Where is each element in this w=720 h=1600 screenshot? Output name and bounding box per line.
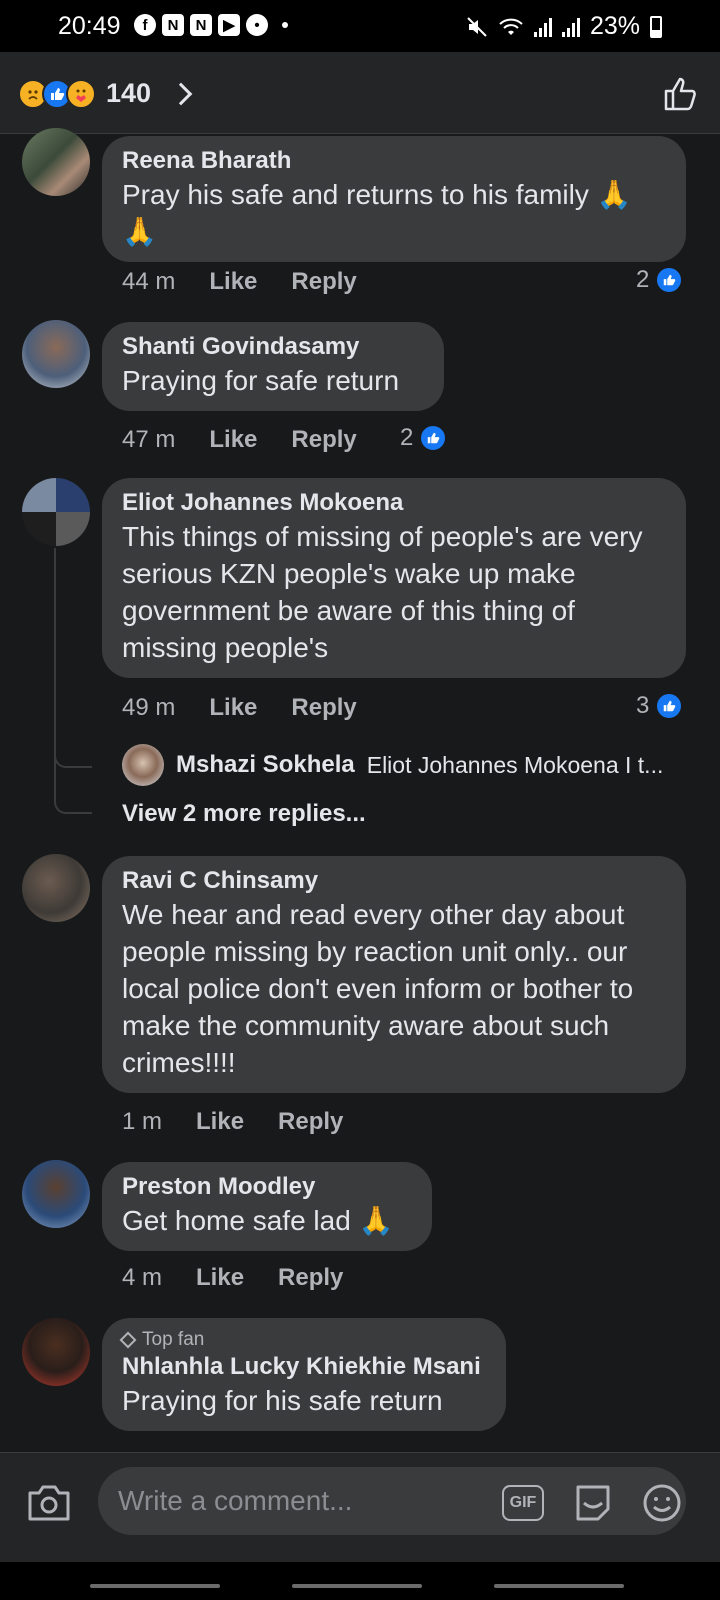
- comment-text: Praying for his safe return: [122, 1385, 443, 1416]
- comment-time: 4 m: [122, 1264, 163, 1291]
- view-more-replies-link[interactable]: View 2 more replies...: [122, 800, 366, 828]
- top-fan-badge: Top fan: [119, 1328, 486, 1352]
- thread-connector: [54, 548, 92, 814]
- comment-time: 1 m: [122, 1108, 163, 1135]
- news-notification-icon-2: N: [190, 14, 212, 36]
- comment-like-button[interactable]: Like: [209, 426, 257, 454]
- reactions-summary[interactable]: 140: [18, 78, 193, 109]
- comment-author[interactable]: Nhlanhla Lucky Khiekhie Msani: [122, 1352, 486, 1382]
- like-count-value: 2: [400, 424, 414, 451]
- system-icons: 23%: [466, 12, 662, 41]
- reply-text: Eliot Johannes Mokoena I t...: [366, 751, 664, 778]
- like-badge-icon: [655, 266, 684, 294]
- comment-reply-button[interactable]: Reply: [291, 268, 356, 296]
- facebook-notification-icon: f: [134, 14, 156, 36]
- comment-like-count[interactable]: 2: [636, 266, 684, 294]
- wifi-icon: [499, 18, 523, 35]
- comment-like-button[interactable]: Like: [196, 1264, 244, 1292]
- comment-actions: 44 m Like Reply: [122, 268, 357, 296]
- gif-button[interactable]: GIF: [502, 1485, 544, 1521]
- comment-text: Praying for safe return: [122, 365, 400, 396]
- comment-actions: 49 m Like Reply: [122, 694, 357, 722]
- camera-icon[interactable]: [26, 1483, 72, 1523]
- comment-author[interactable]: Shanti Govindasamy: [122, 332, 424, 362]
- comment-actions: 47 m Like Reply: [122, 426, 357, 454]
- comment-time: 49 m: [122, 694, 176, 721]
- sticker-icon[interactable]: [572, 1483, 614, 1523]
- signal-icon-2: [561, 17, 580, 37]
- comment-reply-button[interactable]: Reply: [291, 694, 356, 722]
- comment-bubble[interactable]: Top fan Nhlanhla Lucky Khiekhie Msani Pr…: [102, 1318, 506, 1431]
- reply-preview[interactable]: Mshazi Sokhela Eliot Johannes Mokoena I …: [122, 744, 685, 786]
- like-badge-icon: [419, 424, 448, 452]
- notification-icons: f N N ▶ •: [134, 14, 288, 36]
- status-time: 20:49: [58, 12, 121, 40]
- comment-like-button[interactable]: Like: [209, 268, 257, 296]
- comment-actions: 4 m Like Reply: [122, 1264, 343, 1292]
- comment-actions: 1 m Like Reply: [122, 1108, 343, 1136]
- comment-bubble[interactable]: Preston Moodley Get home safe lad 🙏: [102, 1162, 432, 1251]
- like-count-value: 3: [636, 692, 650, 719]
- emoji-icon[interactable]: [642, 1483, 682, 1523]
- comment-bubble[interactable]: Reena Bharath Pray his safe and returns …: [102, 136, 686, 262]
- mute-icon: [467, 16, 487, 37]
- comment-time: 44 m: [122, 268, 176, 295]
- comment-author[interactable]: Eliot Johannes Mokoena: [122, 488, 666, 518]
- avatar[interactable]: [22, 1160, 90, 1228]
- like-count-value: 2: [636, 266, 650, 293]
- comment-like-button[interactable]: Like: [196, 1108, 244, 1136]
- news-notification-icon: N: [162, 14, 184, 36]
- comment-time: 47 m: [122, 426, 176, 453]
- comment-bubble[interactable]: Ravi C Chinsamy We hear and read every o…: [102, 856, 686, 1093]
- reaction-count: 140: [106, 78, 152, 108]
- avatar[interactable]: [22, 1318, 90, 1386]
- reply-avatar[interactable]: [122, 744, 164, 786]
- reactions-header: 140: [0, 52, 720, 134]
- comment-author[interactable]: Reena Bharath: [122, 146, 666, 176]
- more-notifications-dot: [282, 22, 288, 28]
- nav-back[interactable]: [494, 1584, 624, 1588]
- chevron-right-icon: [169, 82, 193, 105]
- comment-like-button[interactable]: Like: [209, 694, 257, 722]
- comment-reply-button[interactable]: Reply: [291, 426, 356, 454]
- battery-percent: 23%: [589, 12, 640, 40]
- comment-bubble[interactable]: Eliot Johannes Mokoena This things of mi…: [102, 478, 686, 678]
- comment-author[interactable]: Ravi C Chinsamy: [122, 866, 666, 896]
- reply-author[interactable]: Mshazi Sokhela: [176, 751, 355, 779]
- comment-bubble[interactable]: Shanti Govindasamy Praying for safe retu…: [102, 322, 444, 411]
- avatar[interactable]: [22, 128, 90, 196]
- avatar[interactable]: [22, 320, 90, 388]
- diamond-icon: [119, 1331, 137, 1349]
- comment-reply-button[interactable]: Reply: [278, 1108, 343, 1136]
- avatar[interactable]: [22, 478, 90, 546]
- care-reaction-icon: [66, 78, 96, 109]
- nav-recents[interactable]: [90, 1584, 220, 1588]
- comment-author[interactable]: Preston Moodley: [122, 1172, 412, 1202]
- comment-reply-button[interactable]: Reply: [278, 1264, 343, 1292]
- comment-like-count[interactable]: 3: [636, 692, 684, 720]
- comment-like-count[interactable]: 2: [400, 424, 448, 452]
- signal-icon: [533, 17, 552, 37]
- nav-home[interactable]: [292, 1584, 422, 1588]
- comment-composer: GIF: [0, 1452, 720, 1562]
- youtube-notification-icon: ▶: [218, 14, 240, 36]
- comment-text: Get home safe lad 🙏: [122, 1205, 394, 1236]
- status-bar: 20:49 f N N ▶ • 23%: [0, 0, 720, 52]
- comment-text: We hear and read every other day about p…: [122, 899, 634, 1078]
- app-notification-icon: •: [246, 14, 268, 36]
- system-navigation-bar: [0, 1562, 720, 1600]
- battery-icon: [650, 15, 662, 38]
- top-fan-label: Top fan: [142, 1329, 205, 1350]
- like-badge-icon: [655, 692, 684, 720]
- avatar[interactable]: [22, 854, 90, 922]
- comment-text: This things of missing of people's are v…: [122, 521, 643, 663]
- like-button-icon[interactable]: [660, 74, 700, 114]
- comment-text: Pray his safe and returns to his family …: [122, 179, 632, 247]
